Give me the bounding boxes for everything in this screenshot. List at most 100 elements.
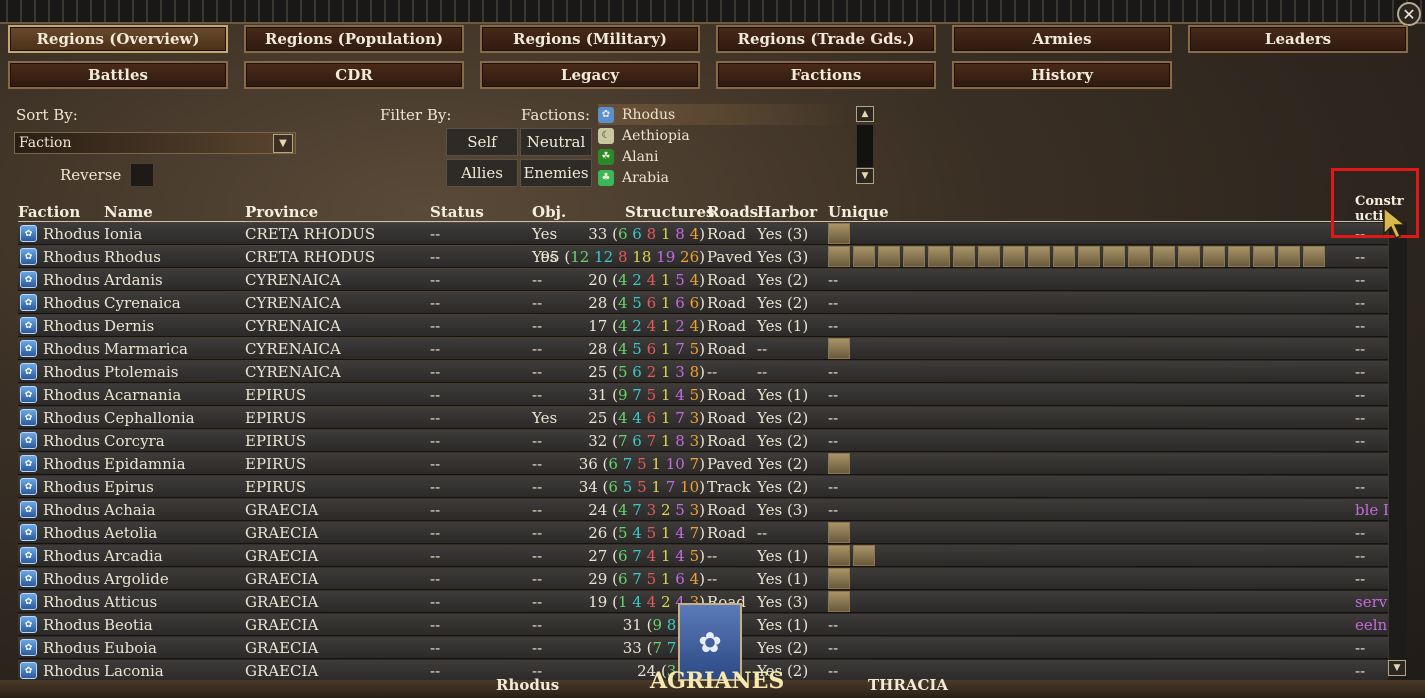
unique-building-icon[interactable]	[1228, 246, 1250, 267]
filter-self-button[interactable]: Self	[446, 128, 518, 156]
tab-regions-population[interactable]: Regions (Population)	[244, 25, 464, 53]
table-row[interactable]: ✿ Rhodus Ptolemais CYRENAICA -- -- 25 (5 6 2 1…	[18, 361, 1388, 383]
table-row[interactable]: ✿ Rhodus Argolide GRAECIA -- -- 29 (6 7 5 1 6 …	[18, 568, 1388, 590]
close-icon: ✕	[1402, 4, 1416, 24]
table-scroll-down-icon[interactable]: ▼	[1388, 660, 1406, 676]
col-province[interactable]: Province	[245, 203, 318, 221]
tab-regions-military[interactable]: Regions (Military)	[480, 25, 700, 53]
table-row[interactable]: ✿ Rhodus Corcyra EPIRUS -- -- 32 (7 6 7 1 8 3)…	[18, 430, 1388, 452]
unique-building-icon[interactable]	[828, 223, 850, 244]
unique-building-icon[interactable]	[1028, 246, 1050, 267]
factions-scrollbar[interactable]	[856, 124, 874, 168]
close-button[interactable]: ✕	[1397, 2, 1421, 26]
unique-building-icon[interactable]	[1153, 246, 1175, 267]
col-objective[interactable]: Obj.	[532, 203, 566, 221]
table-row[interactable]: ✿ Rhodus Epidamnia EPIRUS -- -- 36 (6 7 5 1 10…	[18, 453, 1388, 475]
col-name[interactable]: Name	[104, 203, 153, 221]
unique-building-icon[interactable]	[828, 522, 850, 543]
cell-structures: 28 (4 5 6 1 6 6)	[588, 294, 705, 312]
unique-building-icon[interactable]	[1178, 246, 1200, 267]
col-unique[interactable]: Unique	[828, 203, 889, 221]
unique-building-icon[interactable]	[878, 246, 900, 267]
unique-building-icon[interactable]	[853, 246, 875, 267]
tab-legacy[interactable]: Legacy	[480, 61, 700, 89]
structures-count: 12	[570, 248, 590, 266]
factions-scroll-up-icon[interactable]: ▲	[856, 106, 874, 122]
tab-factions[interactable]: Factions	[716, 61, 936, 89]
unique-building-icon[interactable]	[1053, 246, 1075, 267]
structures-count: 5	[617, 524, 628, 542]
structures-count: 7	[652, 639, 663, 657]
table-row[interactable]: ✿ Rhodus Dernis CYRENAICA -- -- 17 (4 2 4 1 2 …	[18, 315, 1388, 337]
unique-building-icon[interactable]	[1203, 246, 1225, 267]
rhodus-shield-icon: ✿	[20, 248, 37, 265]
table-row[interactable]: ✿ Rhodus Cephallonia EPIRUS -- Yes 25 (4 4 6 1…	[18, 407, 1388, 429]
rhodus-shield-icon: ✿	[20, 639, 37, 656]
factions-scroll-down-icon[interactable]: ▼	[856, 168, 874, 184]
tab-history[interactable]: History	[952, 61, 1172, 89]
rhodus-shield-icon: ✿	[20, 409, 37, 426]
rhodus-shield-icon: ✿	[20, 432, 37, 449]
unique-building-icon[interactable]	[1253, 246, 1275, 267]
faction-item-rhodus[interactable]: ✿ Rhodus	[598, 104, 850, 125]
unique-building-icon[interactable]	[828, 591, 850, 612]
cell-province: GRAECIA	[245, 547, 319, 565]
unique-building-icon[interactable]	[1103, 246, 1125, 267]
tab-regions-trade-goods[interactable]: Regions (Trade Gds.)	[716, 25, 936, 53]
table-row[interactable]: ✿ Rhodus Ardanis CYRENAICA -- -- 20 (4 2 4 1 5…	[18, 269, 1388, 291]
chevron-down-icon[interactable]: ▼	[273, 134, 293, 153]
table-row[interactable]: ✿ Rhodus Ionia CRETA RHODUS -- Yes 33 (6 6 8 1…	[18, 223, 1388, 245]
col-roads[interactable]: Roads	[707, 203, 758, 221]
unique-buildings	[828, 246, 1325, 268]
unique-building-icon[interactable]	[903, 246, 925, 267]
unique-building-icon[interactable]	[853, 545, 875, 566]
cell-status: --	[430, 547, 441, 565]
unique-building-icon[interactable]	[1303, 246, 1325, 267]
unique-building-icon[interactable]	[828, 246, 850, 267]
table-row[interactable]: ✿ Rhodus Arcadia GRAECIA -- -- 27 (6 7 4 1 4 5…	[18, 545, 1388, 567]
reverse-checkbox[interactable]	[130, 163, 154, 187]
table-row[interactable]: ✿ Rhodus Aetolia GRAECIA -- -- 26 (5 4 5 1 4 7…	[18, 522, 1388, 544]
tab-battles[interactable]: Battles	[8, 61, 228, 89]
filter-neutral-button[interactable]: Neutral	[520, 128, 592, 156]
unique-building-icon[interactable]	[828, 545, 850, 566]
structures-count: 4	[617, 317, 628, 335]
unique-building-icon[interactable]	[928, 246, 950, 267]
faction-item-alani[interactable]: ☘ Alani	[598, 146, 850, 167]
table-row[interactable]: ✿ Rhodus Achaia GRAECIA -- -- 24 (4 7 3 2 5 3)…	[18, 499, 1389, 521]
col-harbor[interactable]: Harbor	[757, 203, 817, 221]
structures-count: 1	[660, 524, 671, 542]
tab-leaders[interactable]: Leaders	[1188, 25, 1408, 53]
unique-building-icon[interactable]	[1128, 246, 1150, 267]
faction-item-aethiopia[interactable]: ☾ Aethiopia	[598, 125, 850, 146]
unique-building-icon[interactable]	[828, 568, 850, 589]
sort-by-dropdown[interactable]: Faction ▼	[14, 132, 296, 154]
tab-regions-overview[interactable]: Regions (Overview)	[8, 25, 228, 53]
unique-building-icon[interactable]	[1078, 246, 1100, 267]
col-status[interactable]: Status	[430, 203, 484, 221]
filter-enemies-button[interactable]: Enemies	[520, 159, 592, 187]
unique-building-icon[interactable]	[978, 246, 1000, 267]
tab-armies[interactable]: Armies	[952, 25, 1172, 53]
table-row[interactable]: ✿ Rhodus Rhodus CRETA RHODUS -- Yes 95 (12 12 …	[18, 246, 1388, 268]
col-structures[interactable]: Structures	[625, 203, 714, 221]
unique-building-icon[interactable]	[1278, 246, 1300, 267]
cell-faction: Rhodus	[43, 340, 100, 358]
col-faction[interactable]: Faction	[18, 203, 80, 221]
table-scrollbar[interactable]	[1388, 222, 1407, 678]
unique-building-icon[interactable]	[828, 453, 850, 474]
table-row[interactable]: ✿ Rhodus Epirus EPIRUS -- -- 34 (6 5 5 1 7 10)…	[18, 476, 1388, 498]
tab-cdr[interactable]: CDR	[244, 61, 464, 89]
filter-allies-button[interactable]: Allies	[446, 159, 518, 187]
rhodus-shield-icon: ✿	[20, 455, 37, 472]
unique-building-icon[interactable]	[1003, 246, 1025, 267]
cell-faction: Rhodus	[43, 363, 100, 381]
unique-building-icon[interactable]	[828, 338, 850, 359]
table-row[interactable]: ✿ Rhodus Acarnania EPIRUS -- -- 31 (9 7 5 1 4 …	[18, 384, 1388, 406]
faction-item-arabia[interactable]: ♣ Arabia	[598, 167, 850, 188]
unique-building-icon[interactable]	[953, 246, 975, 267]
structures-total: 29	[588, 570, 608, 588]
table-row[interactable]: ✿ Rhodus Marmarica CYRENAICA -- -- 28 (4 5 6 1…	[18, 338, 1388, 360]
table-row[interactable]: ✿ Rhodus Cyrenaica CYRENAICA -- -- 28 (4 5 6 1…	[18, 292, 1388, 314]
cell-objective: --	[532, 478, 543, 496]
